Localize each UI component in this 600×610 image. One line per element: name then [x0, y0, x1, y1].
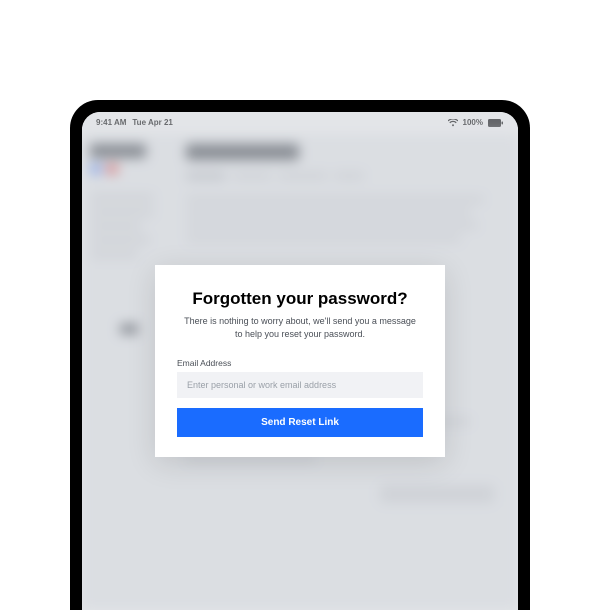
modal-title: Forgotten your password?	[177, 289, 423, 309]
screen: 9:41 AM Tue Apr 21 100%	[82, 112, 518, 610]
tablet-device-frame: 9:41 AM Tue Apr 21 100%	[70, 100, 530, 610]
email-field[interactable]	[177, 372, 423, 398]
send-reset-link-button[interactable]: Send Reset Link	[177, 408, 423, 437]
modal-overlay: Forgotten your password? There is nothin…	[82, 112, 518, 610]
modal-subtitle: There is nothing to worry about, we'll s…	[177, 315, 423, 340]
email-label: Email Address	[177, 358, 423, 368]
forgot-password-modal: Forgotten your password? There is nothin…	[155, 265, 445, 457]
